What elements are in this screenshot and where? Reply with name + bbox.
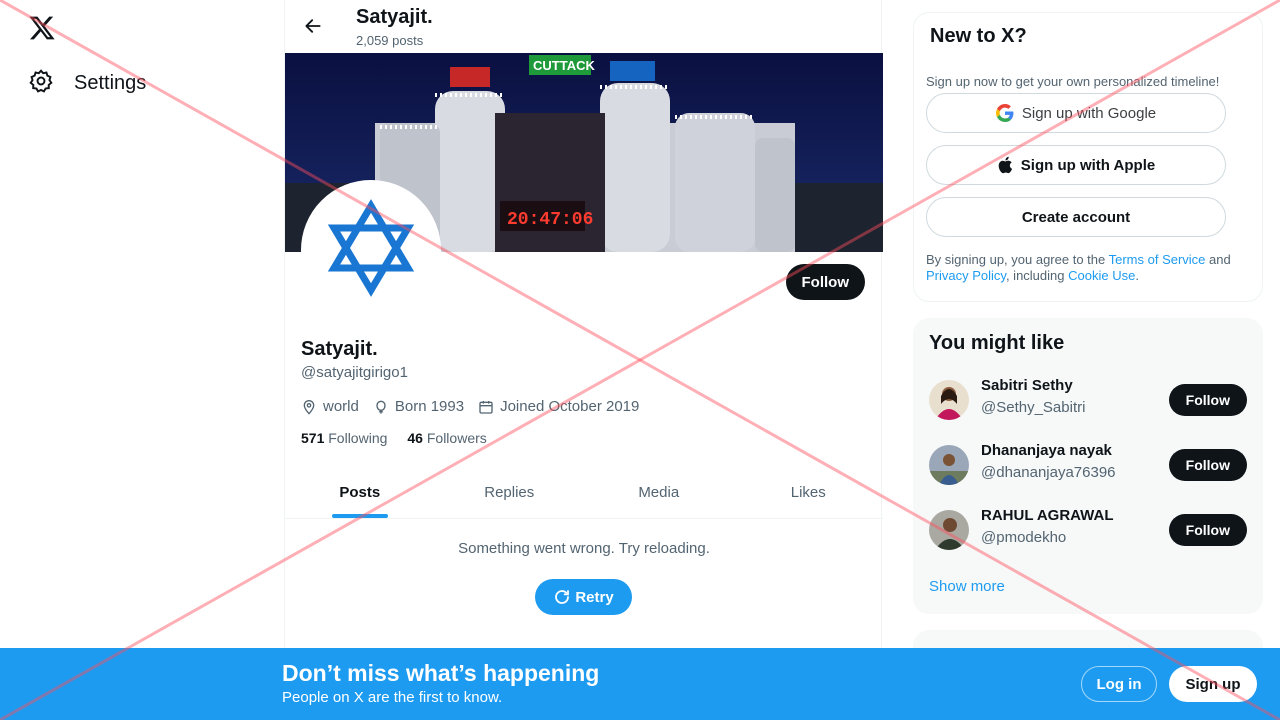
terms-including: , including: [1005, 268, 1069, 283]
terms-and: and: [1205, 252, 1231, 267]
avatar[interactable]: [929, 445, 969, 485]
terms-prefix: By signing up, you agree to the: [926, 252, 1109, 267]
suggestion-item[interactable]: Dhananjaya nayak @dhananjaya76396 Follow: [929, 441, 1247, 489]
suggestion-name[interactable]: RAHUL AGRAWAL: [981, 507, 1114, 524]
banner-sign-text: CUTTACK: [533, 58, 595, 73]
tab-likes[interactable]: Likes: [734, 466, 884, 518]
follow-button[interactable]: Follow: [785, 264, 865, 300]
new-to-x-title: New to X?: [930, 25, 1027, 47]
suggestion-follow-button[interactable]: Follow: [1168, 514, 1247, 546]
refresh-icon: [555, 590, 570, 604]
arrow-left-icon: [305, 19, 321, 33]
followers-label: Followers: [426, 430, 487, 446]
profile-tabs: Posts Replies Media Likes: [285, 466, 883, 519]
profile-location: world: [301, 398, 359, 415]
suggestion-handle[interactable]: @Sethy_Sabitri: [981, 399, 1085, 416]
balloon-icon: [376, 400, 386, 414]
profile-joined: Joined October 2019: [478, 398, 639, 415]
x-logo-icon[interactable]: [28, 14, 56, 42]
following-count: 571: [301, 430, 325, 446]
followers-count: 46: [407, 430, 423, 446]
profile-avatar[interactable]: [301, 180, 441, 320]
header-posts-count: 2,059 posts: [356, 33, 424, 48]
terms-of-service-link[interactable]: Terms of Service: [1109, 252, 1206, 267]
retry-button[interactable]: Retry: [535, 579, 632, 615]
avatar[interactable]: [929, 380, 969, 420]
profile-header-bar: Satyajit. 2,059 posts: [285, 0, 883, 53]
signup-button[interactable]: Sign up: [1169, 666, 1257, 702]
tab-posts[interactable]: Posts: [285, 466, 435, 518]
terms-end: .: [1135, 268, 1139, 283]
profile-handle: @satyajitgirigo1: [301, 364, 408, 381]
google-icon: [995, 104, 1014, 122]
location-text: world: [323, 398, 359, 415]
cookie-use-link[interactable]: Cookie Use: [1068, 268, 1135, 283]
map-pin-icon: [303, 399, 315, 415]
followers-link[interactable]: 46 Followers: [407, 430, 486, 446]
bottom-bar-subtitle: People on X are the first to know.: [282, 689, 503, 706]
tab-media[interactable]: Media: [584, 466, 734, 518]
calendar-icon: [479, 400, 493, 414]
profile-birthday: Born 1993: [373, 398, 464, 415]
login-button[interactable]: Log in: [1081, 666, 1157, 702]
retry-label: Retry: [575, 588, 614, 606]
avatar[interactable]: [929, 510, 969, 550]
profile-meta: world Born 1993 Joined October 2019: [301, 398, 639, 415]
left-nav: Settings: [0, 0, 284, 720]
signup-google-button[interactable]: Sign up with Google: [926, 93, 1226, 133]
suggestion-handle[interactable]: @pmodekho: [981, 529, 1066, 546]
suggestion-item[interactable]: RAHUL AGRAWAL @pmodekho Follow: [929, 506, 1247, 554]
you-might-like-title: You might like: [929, 332, 1065, 354]
nav-settings[interactable]: Settings: [28, 66, 146, 100]
signup-apple-button[interactable]: Sign up with Apple: [926, 145, 1226, 185]
signup-google-label: Sign up with Google: [1021, 104, 1157, 122]
follow-counts: 571 Following 46 Followers: [301, 430, 487, 446]
header-name: Satyajit.: [356, 6, 433, 28]
nav-settings-label: Settings: [74, 71, 147, 94]
privacy-policy-link[interactable]: Privacy Policy: [926, 268, 1006, 283]
new-to-x-card: New to X? Sign up now to get your own pe…: [913, 12, 1263, 302]
suggestion-follow-button[interactable]: Follow: [1168, 384, 1247, 416]
signup-apple-label: Sign up with Apple: [1020, 156, 1156, 174]
banner-clock-text: 20:47:06: [507, 210, 593, 230]
born-text: Born 1993: [394, 398, 465, 415]
error-message: Something went wrong. Try reloading.: [458, 540, 710, 557]
back-button[interactable]: [297, 10, 329, 42]
suggestion-name[interactable]: Dhananjaya nayak: [981, 442, 1112, 459]
joined-text: Joined October 2019: [500, 398, 640, 415]
bottom-bar-title: Don’t miss what’s happening: [282, 660, 600, 686]
following-link[interactable]: 571 Following: [301, 430, 387, 446]
bottom-signup-bar: Don’t miss what’s happening People on X …: [0, 648, 1280, 720]
following-label: Following: [328, 430, 388, 446]
gear-icon: [28, 68, 54, 99]
tab-replies[interactable]: Replies: [435, 466, 585, 518]
terms-text: By signing up, you agree to the Terms of…: [926, 252, 1246, 284]
suggestion-item[interactable]: Sabitri Sethy @Sethy_Sabitri Follow: [929, 376, 1247, 424]
show-more-link[interactable]: Show more: [929, 578, 1005, 595]
profile-name: Satyajit.: [301, 338, 378, 360]
suggestion-handle[interactable]: @dhananjaya76396: [981, 464, 1116, 481]
you-might-like-card: You might like Sabitri Sethy @Sethy_Sabi…: [913, 318, 1263, 614]
suggestion-follow-button[interactable]: Follow: [1168, 449, 1247, 481]
new-to-x-subtitle: Sign up now to get your own personalized…: [926, 74, 1220, 89]
profile-column: Satyajit. 2,059 posts 20:47:06 CUTTACK F…: [284, 0, 883, 720]
create-account-button[interactable]: Create account: [926, 197, 1226, 237]
suggestion-name[interactable]: Sabitri Sethy: [981, 377, 1073, 394]
apple-icon: [998, 156, 1012, 174]
